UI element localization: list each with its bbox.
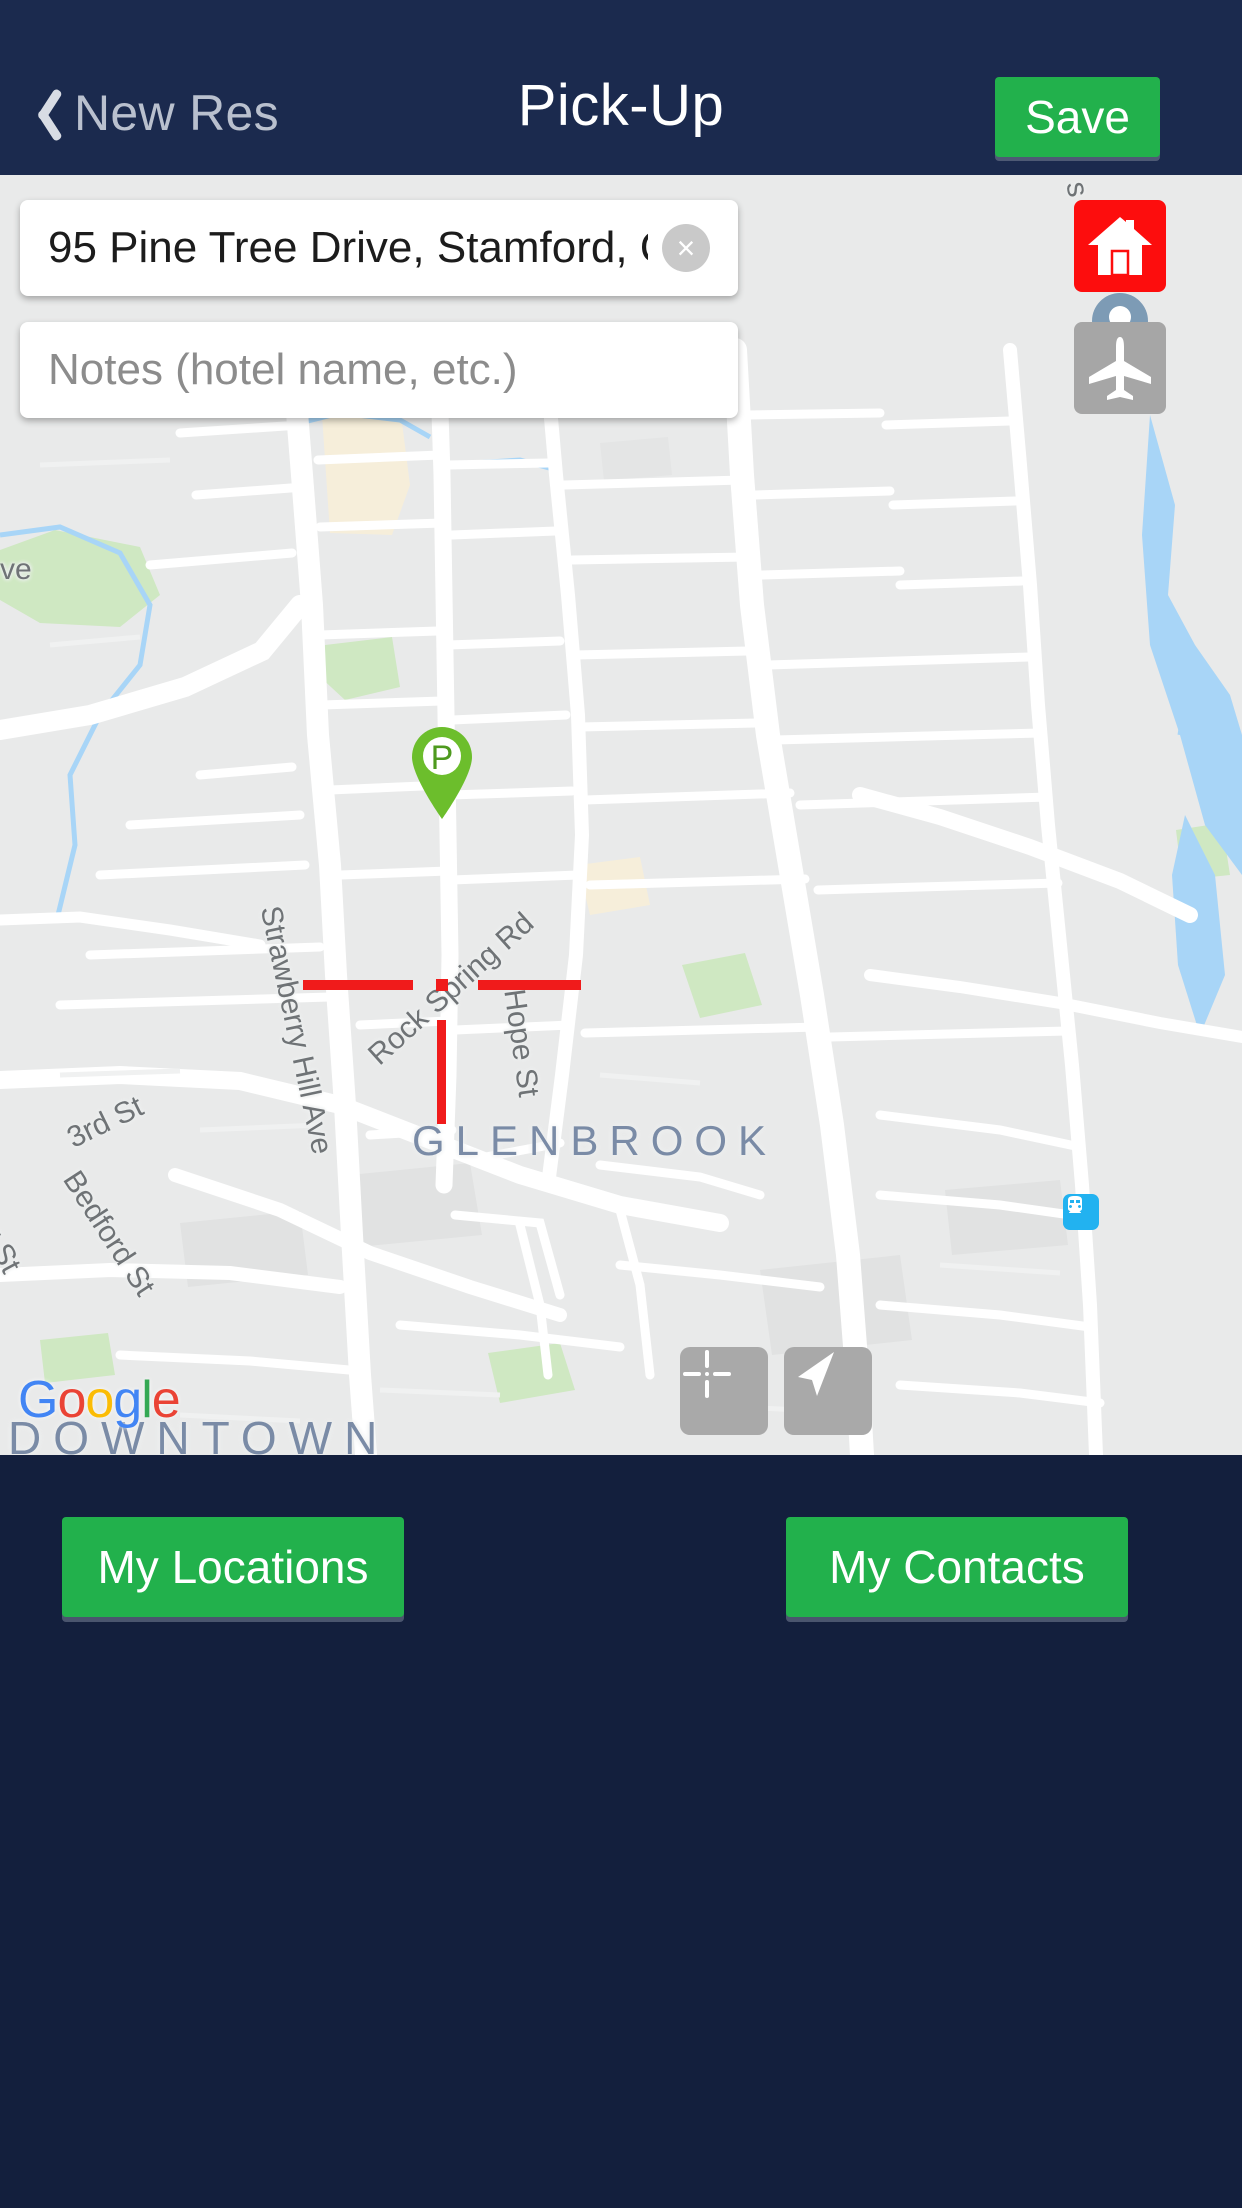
my-locations-button[interactable]: My Locations [62,1517,404,1617]
crosshair-line-down [437,1020,446,1124]
bottom-action-bar: My Locations My Contacts [0,1455,1242,2208]
home-icon [1088,217,1152,277]
notes-input[interactable] [20,345,738,395]
airport-location-button[interactable] [1074,322,1166,414]
center-map-button[interactable] [680,1347,768,1435]
train-station-icon [1063,1194,1099,1230]
crosshair-line-right [478,980,581,990]
crosshair-line-left [303,980,413,990]
google-logo: Google [18,1371,181,1429]
crosshair-center-dot [436,979,448,991]
notes-field-card [20,322,738,418]
crosshair-icon [683,1350,731,1398]
app-header: New Res Pick-Up Save [0,0,1242,175]
airplane-icon [1089,337,1151,400]
clear-address-button[interactable]: × [662,224,710,272]
my-contacts-button[interactable]: My Contacts [786,1517,1128,1617]
navigation-arrow-icon [798,1352,834,1396]
save-button[interactable]: Save [995,77,1160,157]
my-location-button[interactable] [784,1347,872,1435]
address-field-card: × [20,200,738,296]
home-location-button[interactable] [1074,200,1166,292]
svg-text:P: P [431,739,454,777]
pickup-location-pin[interactable]: P [412,727,472,819]
address-input[interactable] [20,223,662,273]
